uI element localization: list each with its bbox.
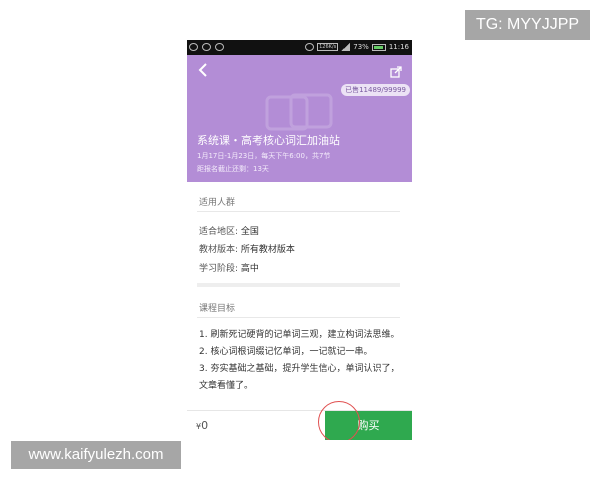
audience-heading: 适用人群 — [199, 198, 236, 208]
course-title: 系统课・高考核心词汇加油站 — [197, 134, 340, 147]
notification-icon — [189, 43, 198, 51]
info-row-stage: 学习阶段: 高中 — [199, 261, 259, 274]
goals-divider — [197, 317, 400, 318]
price-display: ¥0 — [196, 419, 208, 432]
course-header: 已售11489/99999 系统课・高考核心词汇加油站 1月17日-1月23日，… — [187, 55, 412, 182]
goal-item: 3. 夯实基础之基础，提升学生信心，单词认识了，文章看懂了。 — [199, 364, 400, 391]
section-separator — [197, 283, 400, 287]
price-value: 0 — [201, 419, 209, 432]
signal-icon — [341, 43, 351, 51]
back-arrow-icon[interactable] — [197, 62, 211, 78]
info-value: 高中 — [240, 264, 259, 274]
tg-watermark-badge: TG: MYYJJPP — [465, 10, 590, 40]
battery-icon — [371, 43, 386, 51]
info-label: 教材版本: — [199, 245, 239, 255]
sold-count-badge: 已售11489/99999 — [341, 84, 410, 96]
network-speed: 126K/s — [317, 43, 339, 51]
enroll-deadline: 距报名截止还剩：13天 — [197, 165, 269, 173]
goals-list: 1. 刷新死记硬背的记单词三观，建立构词法思维。 2. 核心词根词缀记忆单词，一… — [199, 327, 402, 395]
goal-item: 2. 核心词根词缀记忆单词，一记就记一串。 — [199, 347, 373, 357]
purchase-bar: ¥0 购买 — [187, 401, 412, 440]
goal-item: 1. 刷新死记硬背的记单词三观，建立构词法思维。 — [199, 330, 400, 340]
info-label: 适合地区: — [199, 227, 239, 237]
site-watermark-badge: www.kaifyulezh.com — [11, 441, 181, 469]
weather-icon — [215, 43, 224, 51]
highlight-circle — [318, 401, 360, 440]
status-bar: 126K/s 73% 11:16 — [187, 40, 412, 55]
info-row-region: 适合地区: 全国 — [199, 224, 259, 237]
phone-screen: 126K/s 73% 11:16 已售11489/99999 系统课・高考核心词… — [187, 40, 412, 440]
goals-heading: 课程目标 — [199, 304, 236, 314]
share-icon[interactable] — [390, 63, 402, 78]
audience-divider — [197, 211, 400, 212]
info-value: 所有教材版本 — [240, 245, 295, 255]
course-logo-watermark — [265, 93, 333, 131]
info-value: 全国 — [240, 227, 259, 237]
clock: 11:16 — [388, 43, 409, 51]
status-notifications — [189, 43, 224, 51]
wifi-icon — [305, 43, 315, 51]
camera-icon — [202, 43, 211, 51]
course-schedule: 1月17日-1月23日，每天下午6:00，共7节 — [197, 152, 331, 160]
info-row-edition: 教材版本: 所有教材版本 — [199, 242, 295, 255]
info-label: 学习阶段: — [199, 264, 239, 274]
status-system: 126K/s 73% 11:16 — [305, 43, 409, 51]
battery-percent: 73% — [353, 43, 369, 51]
